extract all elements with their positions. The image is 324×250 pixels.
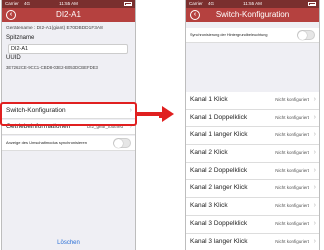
spitzname-input[interactable]: DI2-A1 xyxy=(8,44,128,54)
spitzname-label: Spitzname xyxy=(6,35,35,41)
kanal-label: Kanal 1 Klick xyxy=(190,96,228,103)
chevron-right-icon: › xyxy=(313,149,316,157)
kanal-row[interactable]: Kanal 1 Klick Nicht konfiguriert › xyxy=(186,92,319,110)
chevron-right-icon: › xyxy=(313,131,316,139)
geraetename-text: Gerätename : DI2-A1(giant) E70DBDD1F3A8 xyxy=(6,26,103,31)
kanal-label: Kanal 2 Doppelklick xyxy=(190,166,248,174)
kanal-row[interactable]: Kanal 2 langer Klick Nicht konfiguriert … xyxy=(186,180,319,199)
kanal-label: Kanal 1 langer Klick xyxy=(190,131,248,139)
anzeige-sync-toggle[interactable] xyxy=(113,138,131,148)
chevron-right-icon: › xyxy=(313,184,316,192)
page-title: Switch-Konfiguration xyxy=(215,10,290,19)
highlight-box xyxy=(0,102,137,126)
nav-bar: ‹ Switch-Konfiguration xyxy=(186,8,319,22)
status-bar: Carrier 4G 11:55 AM xyxy=(2,0,135,8)
nav-bar: ‹ DI2-A1 xyxy=(2,8,135,22)
kanal-status: Nicht konfiguriert xyxy=(275,238,309,244)
arrow-shaft xyxy=(137,112,161,116)
kanal-list: Kanal 1 Klick Nicht konfiguriert › Kanal… xyxy=(186,92,319,250)
kanal-row[interactable]: Kanal 3 Doppelklick Nicht konfiguriert › xyxy=(186,215,319,234)
kanal-status: Nicht konfiguriert xyxy=(275,150,309,156)
kanal-row[interactable]: Kanal 1 Doppelklick Nicht konfiguriert › xyxy=(186,109,319,128)
anzeige-sync-row: Anzeige des Umschaltmodus synchronisiere… xyxy=(2,136,135,151)
battery-icon xyxy=(124,2,132,6)
kanal-label: Kanal 2 Klick xyxy=(190,149,228,157)
chevron-right-icon: › xyxy=(313,113,316,121)
right-phone-screen: Carrier 4G 11:55 AM ‹ Switch-Konfigurati… xyxy=(185,0,320,250)
kanal-row[interactable]: Kanal 3 Klick Nicht konfiguriert › xyxy=(186,198,319,216)
chevron-right-icon: › xyxy=(313,237,316,245)
kanal-label: Kanal 2 langer Klick xyxy=(190,184,248,192)
kanal-status: Nicht konfiguriert xyxy=(275,220,309,226)
kanal-row[interactable]: Kanal 3 langer Klick Nicht konfiguriert … xyxy=(186,233,319,250)
uuid-label: UUID xyxy=(6,55,21,61)
sync-backlight-row: Synchronisierung der Hintergrundbeleucht… xyxy=(186,28,319,43)
time-label: 11:55 AM xyxy=(59,1,78,6)
kanal-label: Kanal 3 Doppelklick xyxy=(190,219,248,227)
kanal-row[interactable]: Kanal 1 langer Klick Nicht konfiguriert … xyxy=(186,127,319,146)
arrow-right-icon xyxy=(162,106,174,122)
kanal-status: Nicht konfiguriert xyxy=(275,203,309,209)
chevron-right-icon: › xyxy=(313,166,316,174)
uuid-value: 3E7262CE-9CC1-CBD8-03E2-B053DCBEFDE3 xyxy=(6,65,98,70)
sync-backlight-label: Synchronisierung der Hintergrundbeleucht… xyxy=(190,33,268,37)
kanal-status: Nicht konfiguriert xyxy=(275,132,309,138)
page-title: DI2-A1 xyxy=(56,10,81,19)
kanal-status: Nicht konfiguriert xyxy=(275,114,309,120)
time-label: 11:55 AM xyxy=(243,1,262,6)
chevron-right-icon: › xyxy=(313,202,316,210)
chevron-right-icon: › xyxy=(313,219,316,227)
kanal-status: Nicht konfiguriert xyxy=(275,97,309,102)
chevron-right-icon: › xyxy=(313,96,316,103)
kanal-status: Nicht konfiguriert xyxy=(275,167,309,173)
kanal-status: Nicht konfiguriert xyxy=(275,185,309,191)
status-bar: Carrier 4G 11:55 AM xyxy=(186,0,319,8)
anzeige-sync-label: Anzeige des Umschaltmodus synchronisiere… xyxy=(6,140,87,145)
kanal-row[interactable]: Kanal 2 Doppelklick Nicht konfiguriert › xyxy=(186,162,319,181)
kanal-label: Kanal 1 Doppelklick xyxy=(190,113,248,121)
battery-icon xyxy=(308,2,316,6)
sync-backlight-toggle[interactable] xyxy=(297,30,315,40)
kanal-label: Kanal 3 Klick xyxy=(190,202,228,210)
delete-button[interactable]: Löschen xyxy=(2,236,135,250)
kanal-label: Kanal 3 langer Klick xyxy=(190,237,248,245)
kanal-row[interactable]: Kanal 2 Klick Nicht konfiguriert › xyxy=(186,145,319,163)
